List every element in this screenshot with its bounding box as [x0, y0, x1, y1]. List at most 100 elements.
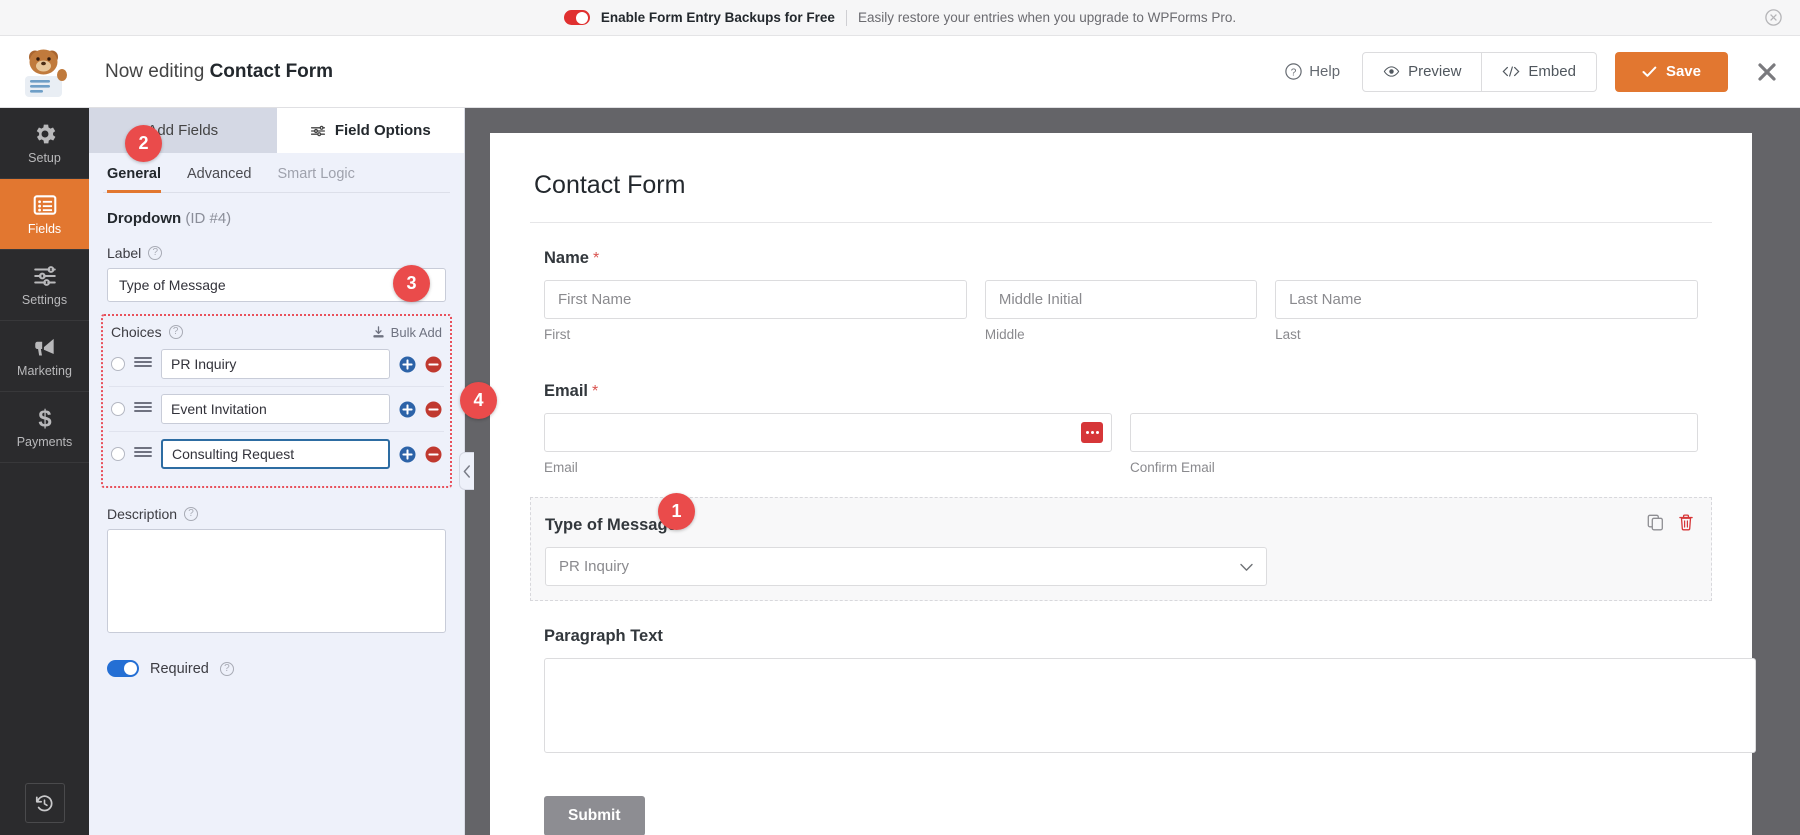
fields-list-icon [33, 195, 56, 215]
panel-collapse-handle[interactable] [459, 452, 474, 490]
sublabel: Middle [984, 327, 1025, 342]
preview-field-dropdown[interactable]: Type of Message * [530, 497, 1712, 601]
sidebar-item-setup[interactable]: Setup [0, 108, 89, 179]
drag-handle-icon[interactable] [134, 400, 152, 418]
question-circle-icon: ? [1285, 63, 1302, 80]
required-indicator: * [592, 249, 600, 267]
sidebar-footer [0, 783, 89, 823]
field-label-text: Email [544, 382, 589, 400]
sublabel: Last [1275, 327, 1301, 342]
middle-initial-input[interactable] [984, 280, 1258, 319]
choices-heading: Choices ? [111, 324, 183, 340]
preview-field-name[interactable]: Name * First Middle Last [530, 231, 1712, 356]
preview-field-email[interactable]: Email * Email Confirm Email [530, 364, 1712, 489]
dollar-icon: $ [38, 406, 51, 431]
field-description-input[interactable] [107, 529, 446, 633]
smart-tag-icon[interactable] [1081, 422, 1103, 443]
last-name-input[interactable] [1275, 280, 1699, 319]
drag-handle-icon[interactable] [134, 355, 152, 373]
sidebar-item-settings[interactable]: Settings [0, 250, 89, 321]
field-label: Type of Message * [545, 516, 1697, 535]
sublabel: Email [544, 460, 578, 475]
selected-option: PR Inquiry [559, 558, 630, 575]
sublabel: Confirm Email [1130, 460, 1215, 475]
plus-circle-icon[interactable] [399, 356, 416, 373]
plus-circle-icon[interactable] [399, 446, 416, 463]
drag-handle-icon[interactable] [134, 445, 152, 463]
sidebar-item-label: Payments [16, 435, 73, 449]
field-type-heading: Dropdown (ID #4) [107, 210, 446, 227]
bulk-add-label: Bulk Add [390, 324, 442, 340]
wpforms-builder: Enable Form Entry Backups for Free Easil… [0, 0, 1800, 835]
sidebar-item-payments[interactable]: $ Payments [0, 392, 89, 463]
type-of-message-select[interactable]: PR Inquiry [545, 547, 1267, 586]
close-circle-icon[interactable] [1764, 9, 1782, 27]
toggle-on-icon[interactable] [563, 10, 590, 25]
choice-value-input[interactable] [161, 349, 390, 379]
preview-embed-group: Preview Embed [1362, 51, 1597, 92]
page-title: Now editing Contact Form [105, 61, 333, 83]
choice-default-radio[interactable] [111, 447, 125, 461]
save-button[interactable]: Save [1614, 51, 1728, 92]
trash-icon[interactable] [1678, 514, 1695, 531]
subtab-smart-logic[interactable]: Smart Logic [278, 166, 355, 193]
sidebar-item-fields[interactable]: Fields [0, 179, 89, 250]
help-button[interactable]: ? Help [1285, 63, 1340, 80]
chevron-down-icon [1240, 558, 1253, 575]
minus-circle-icon[interactable] [425, 446, 442, 463]
sidebar-item-label: Fields [27, 222, 62, 236]
form-canvas: Contact Form Name * First Middle [490, 133, 1756, 835]
svg-text:?: ? [1291, 67, 1297, 78]
name-last-col: Last [1275, 280, 1699, 342]
label-option-text: Label [107, 245, 142, 261]
duplicate-icon[interactable] [1647, 514, 1664, 531]
required-toggle-row: Required ? [107, 660, 446, 677]
sidebar-item-label: Marketing [17, 364, 72, 378]
paragraph-text-input[interactable] [544, 658, 1756, 753]
tab-field-options[interactable]: Field Options [276, 108, 464, 153]
sidebar-item-label: Setup [28, 151, 61, 165]
help-tooltip-icon[interactable]: ? [168, 325, 183, 339]
choice-value-input[interactable] [161, 394, 390, 424]
annotation-marker-2: 2 [125, 125, 162, 162]
choice-row [109, 387, 444, 432]
subtab-advanced[interactable]: Advanced [187, 166, 252, 193]
help-tooltip-icon[interactable]: ? [219, 661, 234, 676]
embed-button[interactable]: Embed [1482, 51, 1597, 92]
choice-default-radio[interactable] [111, 357, 125, 371]
choices-section: Choices ? Bulk Add [101, 314, 452, 488]
gear-icon [36, 124, 55, 144]
editing-prefix: Now editing [105, 60, 205, 82]
preview-button[interactable]: Preview [1362, 51, 1483, 92]
close-icon[interactable] [1754, 59, 1780, 85]
builder-sidebar: Setup Fields Settings Marketing $ Paymen… [0, 108, 89, 835]
tab-add-fields[interactable]: Add Fields [89, 108, 277, 153]
save-label: Save [1665, 63, 1701, 80]
first-name-input[interactable] [544, 280, 967, 319]
bulk-add-button[interactable]: Bulk Add [372, 325, 442, 340]
confirm-email-input[interactable] [1130, 413, 1698, 452]
choice-row [109, 432, 444, 476]
choice-default-radio[interactable] [111, 402, 125, 416]
help-tooltip-icon[interactable]: ? [148, 246, 163, 260]
form-preview-title: Contact Form [534, 171, 686, 199]
email-input[interactable] [544, 413, 1112, 452]
required-indicator: * [592, 382, 599, 400]
preview-field-paragraph[interactable]: Paragraph Text [530, 609, 1756, 772]
code-icon [1502, 66, 1520, 77]
plus-circle-icon[interactable] [399, 401, 416, 418]
required-toggle[interactable] [107, 660, 139, 677]
sidebar-item-marketing[interactable]: Marketing [0, 321, 89, 392]
subtab-general[interactable]: General [107, 166, 161, 193]
svg-text:$: $ [38, 406, 51, 431]
minus-circle-icon[interactable] [425, 356, 442, 373]
submit-button[interactable]: Submit [544, 796, 645, 835]
annotation-marker-3: 3 [393, 265, 430, 302]
divider [845, 9, 847, 26]
choice-row [109, 342, 444, 387]
history-revisions-icon[interactable] [24, 783, 65, 823]
minus-circle-icon[interactable] [425, 401, 442, 418]
field-label-text: Type of Message [545, 516, 677, 534]
help-tooltip-icon[interactable]: ? [184, 507, 199, 521]
choice-value-input[interactable] [161, 439, 390, 469]
